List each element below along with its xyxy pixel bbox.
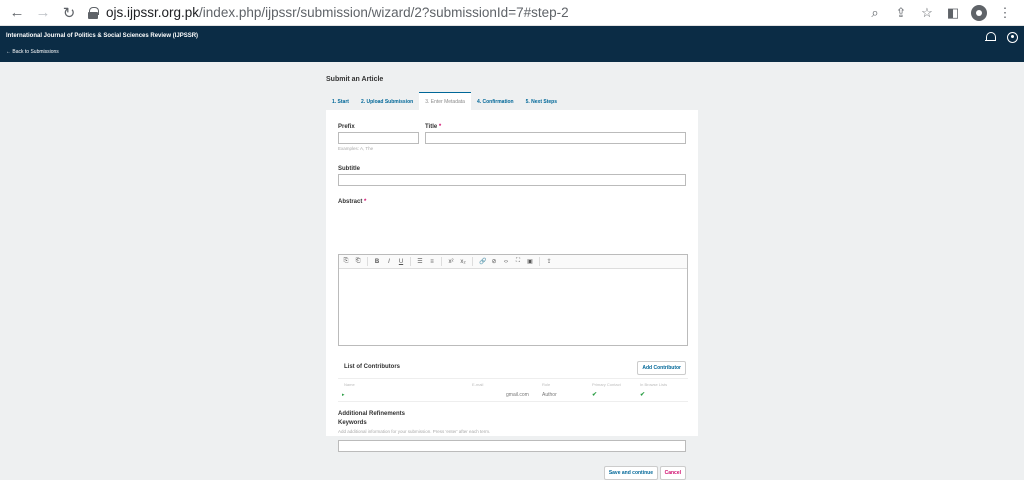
keywords-label: Keywords xyxy=(338,420,367,426)
abstract-label: Abstract * xyxy=(338,199,366,205)
editor-toolbar: ⎘ ⎗ B I U ☰ ≡ x² x₂ 🔗 ⊘ ‹› ⛶ ▣ ⇪ xyxy=(339,255,687,269)
site-header: International Journal of Politics & Soci… xyxy=(0,26,1024,62)
numbered-list-icon[interactable]: ≡ xyxy=(429,259,435,265)
prefix-input[interactable] xyxy=(338,132,419,144)
menu-kebab-icon[interactable]: ⋮ xyxy=(994,2,1016,24)
lock-icon[interactable] xyxy=(88,6,99,19)
tab-enter-metadata[interactable]: 3. Enter Metadata xyxy=(419,92,471,110)
table-row[interactable]: ▸ gmail.com Author ✔ ✔ xyxy=(338,388,688,402)
share-icon[interactable]: ⇪ xyxy=(890,2,912,24)
user-account-icon[interactable] xyxy=(1007,32,1018,43)
prefix-help-text: Examples: A, The xyxy=(338,146,374,151)
abstract-label-text: Abstract xyxy=(338,199,363,205)
expand-row-icon[interactable]: ▸ xyxy=(342,392,345,398)
contributors-title: List of Contributors xyxy=(344,364,400,370)
url-path: /index.php/ijpssr/submission/wizard/2?su… xyxy=(199,5,569,20)
bold-icon[interactable]: B xyxy=(374,259,380,265)
tab-confirmation[interactable]: 4. Confirmation xyxy=(471,92,520,110)
tab-next-steps[interactable]: 5. Next Steps xyxy=(520,92,563,110)
browser-toolbar: ← → ↻ ojs.ijpssr.org.pk/index.php/ijpssr… xyxy=(0,0,1024,26)
contributor-role: Author xyxy=(542,392,557,398)
cancel-button[interactable]: Cancel xyxy=(659,466,686,480)
column-header: In Browse Lists xyxy=(640,382,668,387)
zoom-icon[interactable]: ⌕ xyxy=(864,2,886,24)
contributor-email: gmail.com xyxy=(506,392,529,398)
url-host: ojs.ijpssr.org.pk xyxy=(106,5,200,20)
image-icon[interactable]: ▣ xyxy=(527,258,533,265)
browse-list-check-icon[interactable]: ✔ xyxy=(640,391,645,398)
wizard-steps: 1. Start 2. Upload Submission 3. Enter M… xyxy=(326,92,698,110)
title-label-text: Title xyxy=(425,124,438,130)
title-input[interactable] xyxy=(425,132,686,144)
subtitle-input[interactable] xyxy=(338,174,686,186)
bookmark-star-icon[interactable]: ☆ xyxy=(916,2,938,24)
journal-title[interactable]: International Journal of Politics & Soci… xyxy=(6,33,198,39)
back-arrow-icon[interactable]: ← xyxy=(4,0,30,26)
side-panel-icon[interactable]: ◧ xyxy=(942,2,964,24)
tab-start[interactable]: 1. Start xyxy=(326,92,355,110)
keywords-help-text: Add additional information for your subm… xyxy=(338,429,491,434)
metadata-form: Prefix Examples: A, The Title * Subtitle… xyxy=(326,110,698,480)
italic-icon[interactable]: I xyxy=(386,259,392,265)
bullet-list-icon[interactable]: ☰ xyxy=(417,258,423,265)
back-to-submissions-link[interactable]: ← Back to Submissions xyxy=(6,49,59,55)
abstract-textarea[interactable] xyxy=(339,269,687,346)
copy-icon[interactable]: ⎘ xyxy=(343,258,349,265)
refinements-heading: Additional Refinements xyxy=(338,411,406,417)
underline-icon[interactable]: U xyxy=(398,259,404,265)
column-header: Primary Contact xyxy=(592,382,621,387)
fullscreen-icon[interactable]: ⛶ xyxy=(515,258,521,265)
page-title: Submit an Article xyxy=(326,76,384,83)
toolbar-divider xyxy=(441,257,442,266)
prefix-label: Prefix xyxy=(338,124,355,130)
subtitle-label: Subtitle xyxy=(338,166,360,172)
column-header: E-mail xyxy=(472,382,484,387)
contributors-header-row: Name E-mail Role Primary Contact In Brow… xyxy=(338,378,688,388)
required-mark: * xyxy=(438,124,442,130)
profile-icon[interactable] xyxy=(968,2,990,24)
column-header: Name xyxy=(344,382,355,387)
subscript-icon[interactable]: x₂ xyxy=(460,259,466,265)
paste-icon[interactable]: ⎗ xyxy=(355,258,361,265)
primary-contact-check-icon[interactable]: ✔ xyxy=(592,391,597,398)
code-icon[interactable]: ‹› xyxy=(503,259,509,265)
required-mark: * xyxy=(364,199,367,205)
reload-icon[interactable]: ↻ xyxy=(56,0,82,26)
add-contributor-button[interactable]: Add Contributor xyxy=(637,361,686,375)
upload-icon[interactable]: ⇪ xyxy=(546,258,552,265)
title-label: Title * xyxy=(425,124,441,130)
toolbar-divider xyxy=(472,257,473,266)
superscript-icon[interactable]: x² xyxy=(448,259,454,265)
link-icon[interactable]: 🔗 xyxy=(479,258,486,265)
tab-upload-submission[interactable]: 2. Upload Submission xyxy=(355,92,419,110)
toolbar-divider xyxy=(410,257,411,266)
save-and-continue-button[interactable]: Save and continue xyxy=(603,466,658,480)
unlink-icon[interactable]: ⊘ xyxy=(491,258,497,265)
keywords-input[interactable] xyxy=(338,440,686,452)
forward-arrow-icon[interactable]: → xyxy=(30,0,56,26)
address-bar[interactable]: ojs.ijpssr.org.pk/index.php/ijpssr/submi… xyxy=(82,0,864,26)
abstract-editor[interactable]: ⎘ ⎗ B I U ☰ ≡ x² x₂ 🔗 ⊘ ‹› ⛶ ▣ ⇪ xyxy=(338,254,688,346)
contributors-grid: List of Contributors Add Contributor Nam… xyxy=(338,358,688,404)
notifications-bell-icon[interactable] xyxy=(985,32,996,43)
toolbar-divider xyxy=(539,257,540,266)
toolbar-divider xyxy=(367,257,368,266)
column-header: Role xyxy=(542,382,551,387)
